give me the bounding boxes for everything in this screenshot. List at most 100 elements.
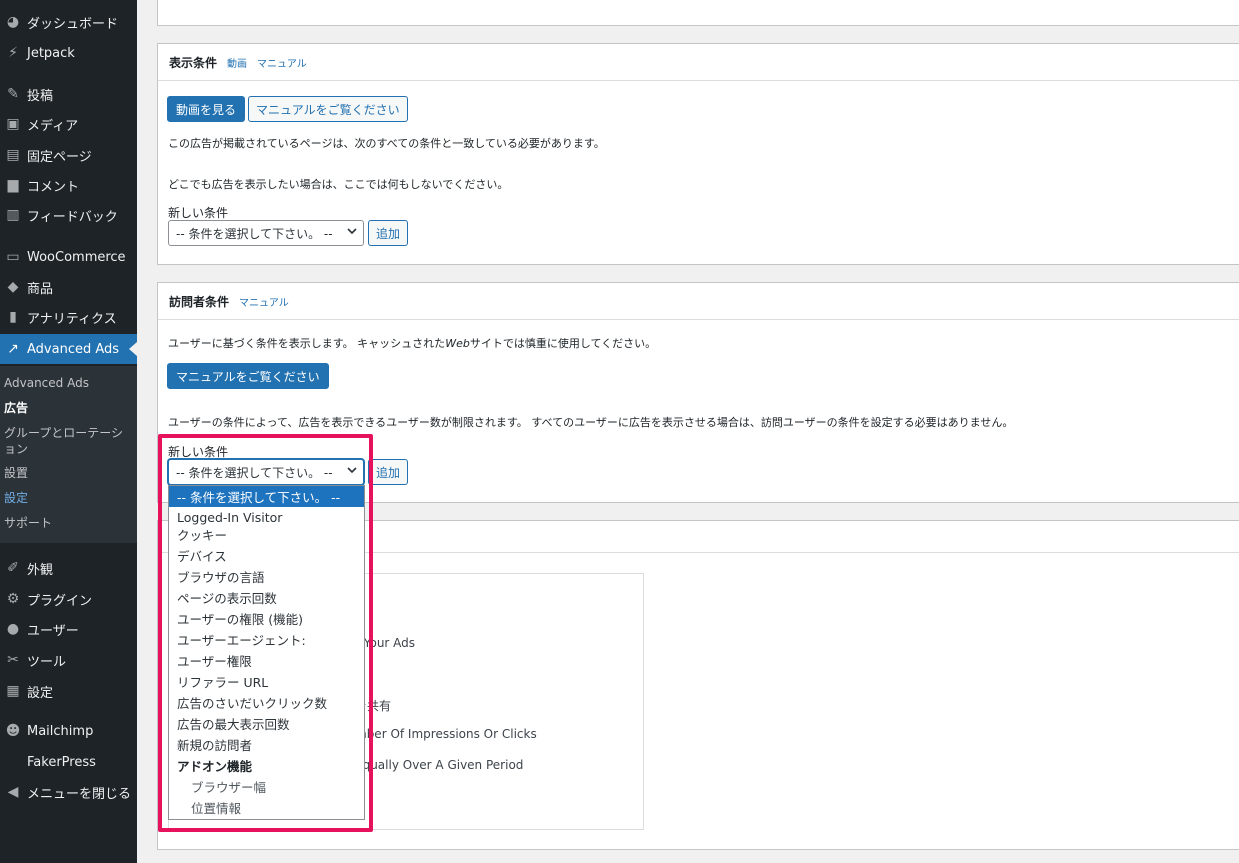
dropdown-option[interactable]: ユーザーの権限 (機能) [169, 608, 364, 629]
visitor-text-web: Web [445, 337, 470, 350]
submenu-item-0[interactable]: Advanced Ads [4, 375, 134, 391]
visitor-condition-select[interactable]: -- 条件を選択して下さい。 -- [168, 459, 364, 485]
sidebar-item-18[interactable]: ◀ メニューを閉じる [0, 777, 137, 807]
dropdown-option[interactable]: ブラウザー幅 [169, 776, 364, 797]
submenu-item-1[interactable]: 広告 [4, 400, 134, 416]
visitor-manual-link[interactable]: マニュアル [239, 294, 289, 309]
dropdown-option[interactable]: 位置情報 [169, 797, 364, 818]
watch-video-button[interactable]: 動画を見る [167, 96, 246, 122]
visitor-text-part2: サイトでは慎重に使用してください。 [469, 337, 657, 350]
media-icon: ▣ [6, 116, 20, 132]
sidebar-item-label: フィードバック [27, 209, 118, 225]
previous-metabox [157, 0, 1239, 26]
visitor-conditions-text: ユーザーに基づく条件を表示します。 キャッシュされたWebサイトでは慎重に使用し… [168, 335, 656, 351]
advanced-ads-icon: ↗ [7, 341, 19, 357]
display-conditions-title: 表示条件 [169, 55, 218, 70]
dropdown-option[interactable]: -- 条件を選択して下さい。 -- [169, 486, 364, 507]
sidebar-item-label: メディア [27, 118, 79, 134]
video-link[interactable]: 動画 [227, 55, 247, 70]
sidebar-item-3[interactable]: ▣ メディア [0, 109, 137, 139]
dropdown-option[interactable]: クッキー [169, 524, 364, 545]
view-manual-button[interactable]: マニュアルをご覧ください [248, 96, 408, 122]
sidebar-item-label: FakerPress [27, 754, 96, 770]
sidebar-item-label: Advanced Ads [27, 341, 120, 357]
manual-link[interactable]: マニュアル [257, 55, 307, 70]
dropdown-option[interactable]: ページの表示回数 [169, 587, 364, 608]
addon-text-4: Equally Over A Given Period [355, 758, 524, 772]
plugin-icon: ⚙ [6, 591, 20, 607]
sidebar-item-5[interactable]: ▆ コメント [0, 170, 137, 200]
sidebar-item-14[interactable]: ✂ ツール [0, 645, 137, 675]
jetpack-icon: ⚡ [8, 45, 18, 61]
visitor-conditions-title: 訪問者条件 [169, 294, 230, 309]
sidebar-item-label: 商品 [27, 281, 54, 297]
sidebar-item-10[interactable]: ↗ Advanced Ads [0, 334, 137, 364]
sidebar-item-15[interactable]: ▦ 設定 [0, 676, 137, 706]
advanced-ads-submenu: Advanced Ads 広告グループとローテーション設置設定サポート [0, 366, 137, 543]
tools-icon: ✂ [7, 652, 19, 668]
sidebar-item-label: メニューを閉じる [27, 786, 132, 802]
sidebar-item-2[interactable]: ✎ 投稿 [0, 79, 137, 109]
visitor-new-condition-label: 新しい条件 [168, 445, 229, 459]
add-display-condition-button[interactable]: 追加 [368, 220, 409, 246]
sidebar-item-label: プラグイン [27, 593, 93, 609]
page-icon: ▤ [6, 147, 20, 163]
new-condition-label: 新しい条件 [168, 206, 229, 220]
chevron-down-icon [347, 228, 357, 235]
sidebar-item-label: コメント [27, 179, 80, 195]
dropdown-option[interactable]: 広告の最大表示回数 [169, 713, 364, 734]
sidebar-item-6[interactable]: ▥ フィードバック [0, 200, 137, 230]
add-visitor-condition-button[interactable]: 追加 [368, 459, 409, 485]
sidebar-item-label: 投稿 [27, 88, 54, 104]
dropdown-option[interactable]: リファラー URL [169, 671, 364, 692]
display-condition-select[interactable]: -- 条件を選択して下さい。 -- [168, 220, 364, 246]
submenu-item-3[interactable]: 設置 [4, 465, 134, 481]
dashboard-icon: ◕ [6, 14, 20, 30]
products-icon: ◆ [7, 279, 19, 295]
sidebar-item-7[interactable]: ▭ WooCommerce [0, 242, 137, 272]
sidebar-item-17[interactable]: FakerPress [0, 747, 137, 777]
select-value: -- 条件を選択して下さい。 -- [176, 465, 333, 480]
visitor-manual-button[interactable]: マニュアルをご覧ください [167, 363, 329, 389]
sidebar-item-16[interactable]: ☻ Mailchimp [0, 716, 137, 746]
appearance-icon: ✐ [7, 560, 19, 576]
woocommerce-icon: ▭ [6, 249, 20, 265]
sidebar-item-12[interactable]: ⚙ プラグイン [0, 584, 137, 614]
dropdown-option[interactable]: 新規の訪問者 [169, 734, 364, 755]
condition-dropdown-list: -- 条件を選択して下さい。 -- Logged-In Visitor クッキー デバ… [168, 485, 365, 820]
sidebar-item-13[interactable]: ● ユーザー [0, 614, 137, 644]
select-value: -- 条件を選択して下さい。 -- [176, 226, 333, 241]
sidebar-item-11[interactable]: ✐ 外観 [0, 553, 137, 583]
sidebar-item-label: ツール [27, 654, 67, 670]
dropdown-optgroup: アドオン機能 [177, 759, 253, 774]
chevron-down-icon [347, 467, 357, 474]
sidebar-item-4[interactable]: ▤ 固定ページ [0, 140, 137, 170]
dropdown-option[interactable]: ユーザー権限 [169, 650, 364, 671]
dropdown-option[interactable]: ブラウザの言語 [169, 566, 364, 587]
sidebar-item-8[interactable]: ◆ 商品 [0, 272, 137, 302]
blank-icon [2, 754, 24, 770]
dropdown-option[interactable]: 広告のさいだいクリック数 [169, 692, 364, 713]
display-conditions-header: 表示条件 動画 マニュアル [158, 44, 1239, 81]
comment-icon: ▆ [7, 177, 19, 193]
pin-icon: ✎ [7, 86, 19, 102]
visitor-text-part1: ユーザーに基づく条件を表示します。 キャッシュされた [168, 337, 446, 350]
users-icon: ● [6, 621, 20, 637]
sidebar-item-label: Mailchimp [27, 723, 94, 739]
dropdown-option[interactable]: デバイス [169, 545, 364, 566]
sidebar-item-9[interactable]: ▮ アナリティクス [0, 302, 137, 332]
collapse-icon: ◀ [7, 784, 19, 800]
display-conditions-text: この広告が掲載されているページは、次のすべての条件と一致している必要があります。 [168, 137, 605, 150]
sidebar-item-1[interactable]: ⚡ Jetpack [0, 38, 137, 68]
sidebar-item-label: ユーザー [27, 623, 79, 639]
sidebar-item-label: アナリティクス [27, 311, 117, 327]
addon-text-3: mber Of Impressions Or Clicks [355, 727, 537, 741]
sidebar-item-0[interactable]: ◕ ダッシュボード [0, 7, 137, 37]
submenu-item-2[interactable]: グループとローテーション [4, 425, 134, 457]
dropdown-option[interactable]: ユーザーエージェント: [169, 629, 364, 650]
submenu-item-5[interactable]: サポート [4, 515, 134, 531]
settings-icon: ▦ [6, 683, 20, 699]
sidebar-item-label: 固定ページ [27, 149, 92, 165]
display-anywhere-text: どこでも広告を表示したい場合は、ここでは何もしないでください。 [168, 178, 509, 191]
submenu-item-4[interactable]: 設定 [4, 490, 134, 506]
